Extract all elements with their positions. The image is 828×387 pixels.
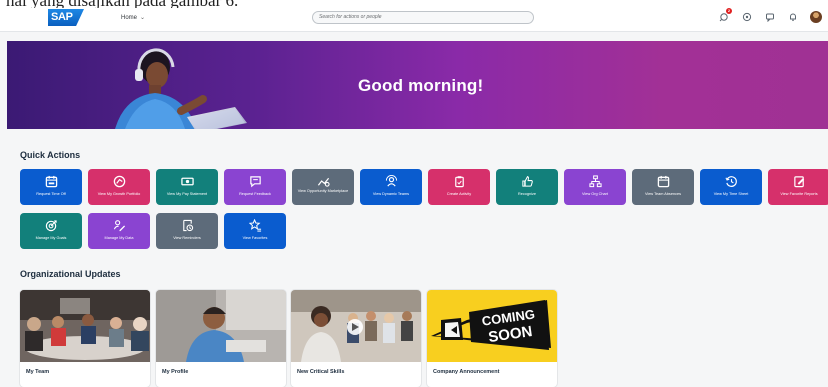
goals-icon	[45, 220, 57, 232]
help-icon[interactable]	[741, 11, 753, 23]
growth-icon	[113, 175, 125, 188]
card-title: My Profile	[162, 369, 189, 375]
calendar-icon	[45, 175, 57, 188]
tile-label: View My Growth Portfolio	[97, 192, 141, 196]
tile-pay-statement[interactable]: View My Pay Statement	[156, 169, 218, 205]
search-input[interactable]: Search for actions or people	[312, 11, 534, 24]
quick-actions-title: Quick Actions	[20, 150, 81, 160]
card-new-critical-skills[interactable]: New Critical Skills	[291, 290, 421, 387]
tile-favorite-reports[interactable]: View Favorite Reports	[768, 169, 828, 205]
tile-label: View Favorites	[242, 236, 268, 240]
tile-recognize[interactable]: Recognize	[496, 169, 558, 205]
tile-label: View Favorite Reports	[780, 192, 818, 196]
card-title: My Team	[26, 369, 50, 375]
reports-icon	[793, 176, 804, 188]
tile-label: View My Time Sheet	[713, 192, 749, 196]
tile-label: Manage My Goals	[35, 236, 67, 240]
star-list-icon	[248, 219, 261, 232]
card-company-announcement[interactable]: COMING SOON Company Announcement	[427, 290, 557, 387]
tile-label: Manage My Data	[104, 236, 134, 240]
chat-icon[interactable]	[764, 11, 776, 23]
marketplace-icon	[317, 177, 330, 187]
feedback-icon	[249, 176, 261, 188]
tile-label: View Reminders	[173, 236, 201, 240]
tile-label: View My Pay Statement	[166, 192, 208, 196]
tile-label: View Opportunity Marketplace	[297, 189, 349, 193]
tile-manage-goals[interactable]: Manage My Goals	[20, 213, 82, 249]
tile-manage-data[interactable]: Manage My Data	[88, 213, 150, 249]
org-chart-icon	[588, 175, 602, 188]
tile-label: View Org Chart	[582, 192, 608, 196]
calendar-icon	[657, 175, 669, 188]
tile-label: Recognize	[518, 192, 536, 196]
reminder-icon	[182, 219, 193, 232]
notifications-icon[interactable]: 2	[718, 8, 732, 23]
tile-opportunity-marketplace[interactable]: View Opportunity Marketplace	[292, 169, 354, 205]
tile-team-absences[interactable]: View Team Absences	[632, 169, 694, 205]
home-menu-label: Home	[121, 14, 138, 21]
card-my-team[interactable]: My Team	[20, 290, 150, 387]
tile-label: Request Time Off	[36, 192, 66, 196]
profile-photo	[156, 290, 286, 362]
tile-favorites[interactable]: View Favorites	[224, 213, 286, 249]
tile-request-feedback[interactable]: Request Feedback	[224, 169, 286, 205]
card-title: Company Announcement	[433, 369, 500, 375]
card-my-profile[interactable]: My Profile	[156, 290, 286, 387]
tile-create-activity[interactable]: Create Activity	[428, 169, 490, 205]
home-menu[interactable]: Home ⌄	[121, 14, 146, 22]
money-icon	[180, 177, 194, 186]
history-icon	[724, 176, 737, 187]
greeting-text: Good morning!	[358, 76, 484, 95]
avatar[interactable]	[810, 11, 822, 23]
coming-soon-graphic: COMING SOON	[427, 290, 557, 362]
tile-org-chart[interactable]: View Org Chart	[564, 169, 626, 205]
tile-reminders[interactable]: View Reminders	[156, 213, 218, 249]
thumbs-up-icon	[521, 176, 533, 187]
activity-icon	[454, 176, 464, 188]
notification-count-badge: 2	[726, 8, 732, 14]
bell-icon[interactable]	[787, 11, 799, 23]
hero-illustration	[115, 48, 247, 129]
tile-label: View Team Absences	[645, 192, 681, 196]
shell-bar: SAP Home ⌄ Search for actions or people …	[0, 8, 828, 32]
edit-data-icon	[113, 220, 125, 232]
tile-growth-portfolio[interactable]: View My Growth Portfolio	[88, 169, 150, 205]
teams-icon	[385, 175, 397, 187]
tile-label: Create Activity	[446, 192, 472, 196]
card-title: New Critical Skills	[297, 369, 345, 375]
tile-dynamic-teams[interactable]: View Dynamic Teams	[360, 169, 422, 205]
team-meeting-photo	[20, 290, 150, 362]
chevron-down-icon: ⌄	[140, 15, 146, 21]
tile-request-time-off[interactable]: Request Time Off	[20, 169, 82, 205]
search-placeholder: Search for actions or people	[319, 14, 382, 20]
tile-label: View Dynamic Teams	[372, 192, 410, 196]
shell-actions: 2	[718, 8, 822, 23]
org-updates-title: Organizational Updates	[20, 269, 121, 279]
sap-logo[interactable]: SAP	[48, 9, 84, 26]
tile-label: Request Feedback	[239, 192, 271, 196]
tile-time-sheet[interactable]: View My Time Sheet	[700, 169, 762, 205]
skills-photo	[291, 290, 421, 362]
hero-banner: Good morning!	[7, 41, 828, 129]
